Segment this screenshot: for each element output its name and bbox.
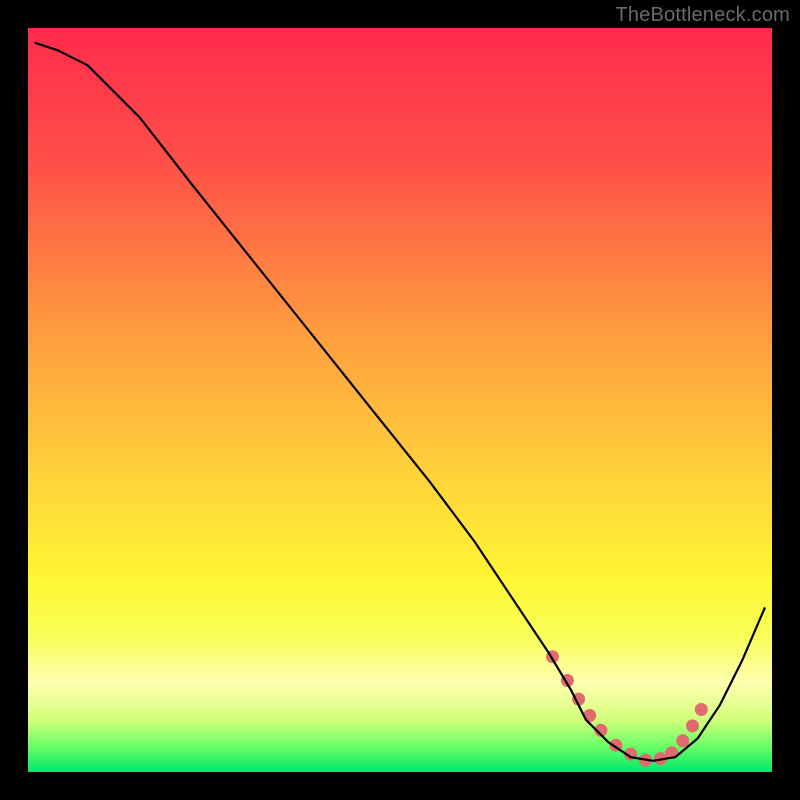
optimal-dot [676,734,689,747]
optimal-dot [695,703,708,716]
optimal-dot [686,719,699,732]
chart-frame: { "watermark": "TheBottleneck.com", "cha… [0,0,800,800]
plot-background [28,28,772,772]
watermark-text: TheBottleneck.com [615,4,790,27]
bottleneck-chart [0,0,800,800]
